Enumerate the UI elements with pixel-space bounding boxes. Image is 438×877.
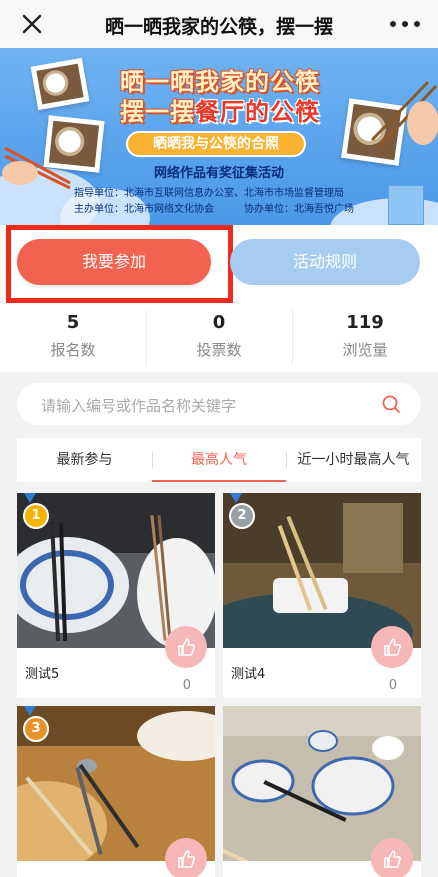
stat-label: 报名数 xyxy=(50,341,96,359)
tab-most-popular[interactable]: 最高人气 xyxy=(152,438,286,482)
stat-signups: 5 报名数 xyxy=(0,308,146,370)
rank-badge: 1 xyxy=(23,503,49,529)
stat-votes: 0 投票数 xyxy=(146,308,292,370)
entry-card[interactable]: 2 测试4 0 xyxy=(223,493,421,698)
page-title: 晒一晒我家的公筷，摆一摆 xyxy=(104,16,333,38)
tab-latest[interactable]: 最新参与 xyxy=(17,438,152,482)
building-illustration xyxy=(388,185,424,225)
rank-badge: 2 xyxy=(229,503,255,529)
banner-subtitle: 网络作品有奖征集活动 xyxy=(153,166,284,181)
campaign-banner: 晒一晒我家的公筷 摆一摆餐厅的公筷 晒晒我与公筷的合照 网络作品有奖征集活动 指… xyxy=(0,48,438,225)
stat-value: 119 xyxy=(346,312,384,333)
stat-label: 浏览量 xyxy=(342,341,388,359)
vote-count: 0 xyxy=(182,678,191,693)
more-options-icon[interactable] xyxy=(390,12,420,36)
stat-label: 投票数 xyxy=(196,341,242,359)
medal-ribbon xyxy=(230,493,242,503)
thumbs-up-icon xyxy=(178,638,195,656)
like-button[interactable] xyxy=(165,838,207,877)
stat-views: 119 浏览量 xyxy=(292,308,438,370)
medal-ribbon xyxy=(24,493,36,503)
tab-popular-last-hour[interactable]: 近一小时最高人气 xyxy=(286,438,421,482)
entry-title: 测试5 xyxy=(25,667,60,682)
search-icon[interactable] xyxy=(381,394,401,414)
banner-pill: 晒晒我与公筷的合照 xyxy=(126,131,306,157)
top-nav-bar: 晒一晒我家的公筷，摆一摆 xyxy=(0,0,438,48)
entry-card[interactable] xyxy=(223,706,421,877)
entry-card[interactable]: 3 xyxy=(17,706,215,877)
chopsticks-hand-illustration xyxy=(370,80,438,150)
search-input[interactable]: 请输入编号或作品名称关键字 xyxy=(17,383,421,425)
stat-value: 5 xyxy=(66,312,80,333)
like-button[interactable] xyxy=(371,838,413,877)
rules-button[interactable]: 活动规则 xyxy=(230,239,420,285)
search-placeholder: 请输入编号或作品名称关键字 xyxy=(41,397,237,415)
thumbs-up-icon xyxy=(178,850,195,868)
banner-host-unit: 主办单位：北海市网络文化协会 xyxy=(74,204,214,215)
banner-title-line2: 摆一摆餐厅的公筷 xyxy=(120,98,320,126)
banner-co-unit: 协办单位：北海吾悦广场 xyxy=(244,204,354,215)
stat-value: 0 xyxy=(212,312,226,333)
medal-ribbon xyxy=(24,706,36,716)
sort-tabs: 最新参与 最高人气 近一小时最高人气 xyxy=(17,438,421,482)
like-button[interactable] xyxy=(165,626,207,668)
banner-photo xyxy=(30,57,90,111)
active-tab-indicator xyxy=(152,480,286,482)
like-button[interactable] xyxy=(371,626,413,668)
close-icon[interactable] xyxy=(18,10,46,38)
rank-badge: 3 xyxy=(23,716,49,742)
vote-count: 0 xyxy=(388,678,397,693)
join-button[interactable]: 我要参加 xyxy=(17,239,211,285)
thumbs-up-icon xyxy=(384,638,401,656)
entry-title: 测试4 xyxy=(231,667,266,682)
thumbs-up-icon xyxy=(384,850,401,868)
entry-card[interactable]: 1 测试5 0 xyxy=(17,493,215,698)
banner-guide-unit: 指导单位：北海市互联网信息办公室、北海市市场监督管理局 xyxy=(74,188,344,199)
